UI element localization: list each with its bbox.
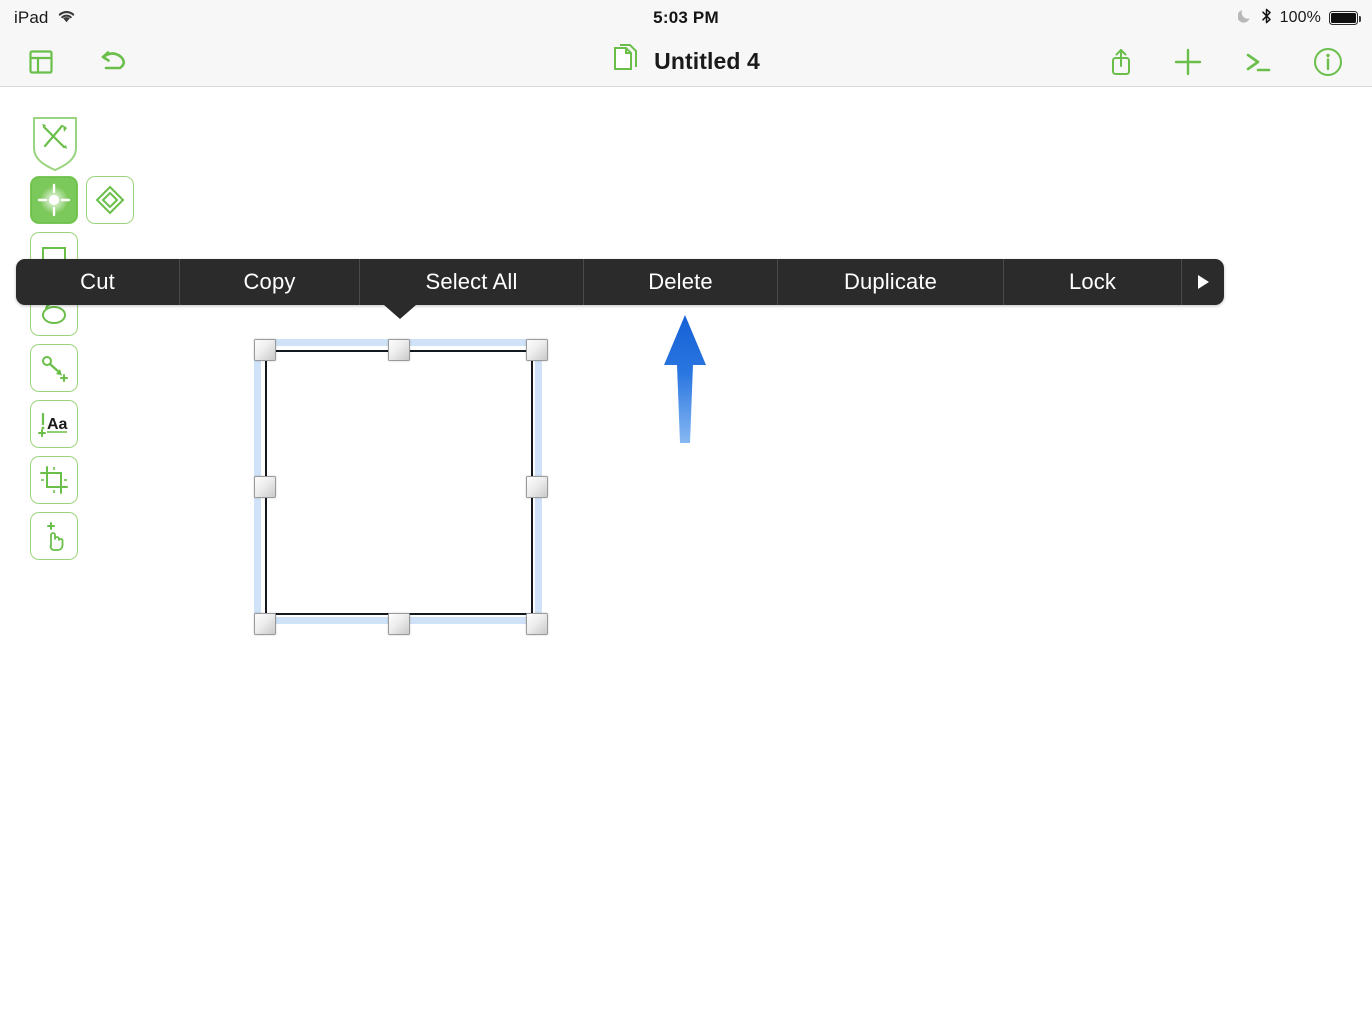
- do-not-disturb-moon-icon: [1237, 8, 1253, 28]
- menu-item-delete[interactable]: Delete: [584, 259, 778, 305]
- tool-connector-line[interactable]: [30, 344, 78, 392]
- handle-middle-left[interactable]: [254, 476, 276, 498]
- menu-item-select-all[interactable]: Select All: [360, 259, 584, 305]
- undo-button[interactable]: [96, 47, 130, 77]
- menu-item-copy[interactable]: Copy: [180, 259, 360, 305]
- tool-row-4: [30, 344, 78, 392]
- console-button[interactable]: [1242, 47, 1274, 77]
- handle-bottom-center[interactable]: [388, 613, 410, 635]
- annotation-arrow: [652, 313, 718, 448]
- ipad-screen: iPad 5:03 PM 100% Untitled 4 Aa Cut Copy…: [0, 0, 1372, 1032]
- tool-row-1: [30, 176, 134, 224]
- handle-bottom-left[interactable]: [254, 613, 276, 635]
- info-button[interactable]: [1312, 46, 1344, 78]
- share-button[interactable]: [1108, 46, 1134, 78]
- add-button[interactable]: [1172, 46, 1204, 78]
- menu-item-select-all-label: Select All: [425, 269, 518, 294]
- clock-label: 5:03 PM: [653, 8, 719, 27]
- tool-text[interactable]: Aa: [30, 400, 78, 448]
- tool-row-6: [30, 456, 78, 504]
- context-menu-pointer: [384, 305, 416, 319]
- nav-right-group: [1108, 36, 1344, 87]
- status-bar-right: 100%: [1237, 0, 1361, 36]
- handle-top-right[interactable]: [526, 339, 548, 361]
- menu-item-copy-label: Copy: [243, 269, 296, 294]
- menu-more-button[interactable]: [1182, 259, 1224, 305]
- tool-row-7: [30, 512, 78, 560]
- menu-item-cut[interactable]: Cut: [16, 259, 180, 305]
- selected-rectangle[interactable]: [265, 350, 533, 615]
- menu-item-delete-label: Delete: [648, 269, 713, 294]
- handle-top-center[interactable]: [388, 339, 410, 361]
- battery-full-icon: [1329, 11, 1361, 25]
- tool-row-5: Aa: [30, 400, 78, 448]
- svg-text:Aa: Aa: [47, 416, 68, 433]
- tool-shape-diamond[interactable]: [86, 176, 134, 224]
- menu-item-duplicate[interactable]: Duplicate: [778, 259, 1004, 305]
- pen-tools-badge[interactable]: [30, 114, 80, 172]
- status-bar-center: 5:03 PM: [0, 0, 1372, 36]
- tool-hand-touch[interactable]: [30, 512, 78, 560]
- handle-top-left[interactable]: [254, 339, 276, 361]
- handle-middle-right[interactable]: [526, 476, 548, 498]
- menu-item-duplicate-label: Duplicate: [843, 269, 938, 294]
- tool-crop-guides[interactable]: [30, 456, 78, 504]
- page-title: Untitled 4: [654, 48, 760, 74]
- nav-left-group: [26, 36, 130, 87]
- app-nav-bar: Untitled 4: [0, 36, 1372, 87]
- chevron-right-triangle-icon: [1197, 275, 1209, 289]
- handle-bottom-right[interactable]: [526, 613, 548, 635]
- drawing-canvas[interactable]: Aa Cut Copy Select All Delete Duplicate …: [0, 88, 1372, 1032]
- bluetooth-icon: [1261, 8, 1272, 29]
- menu-item-cut-label: Cut: [80, 269, 115, 294]
- menu-item-lock[interactable]: Lock: [1004, 259, 1182, 305]
- context-menu: Cut Copy Select All Delete Duplicate Loc…: [16, 259, 1224, 305]
- tool-select-target[interactable]: [30, 176, 78, 224]
- document-copy-icon: [612, 43, 640, 80]
- battery-percent-label: 100%: [1279, 9, 1321, 26]
- layout-sidebar-button[interactable]: [26, 47, 56, 77]
- menu-item-lock-label: Lock: [1068, 269, 1117, 294]
- status-bar: iPad 5:03 PM 100%: [0, 0, 1372, 36]
